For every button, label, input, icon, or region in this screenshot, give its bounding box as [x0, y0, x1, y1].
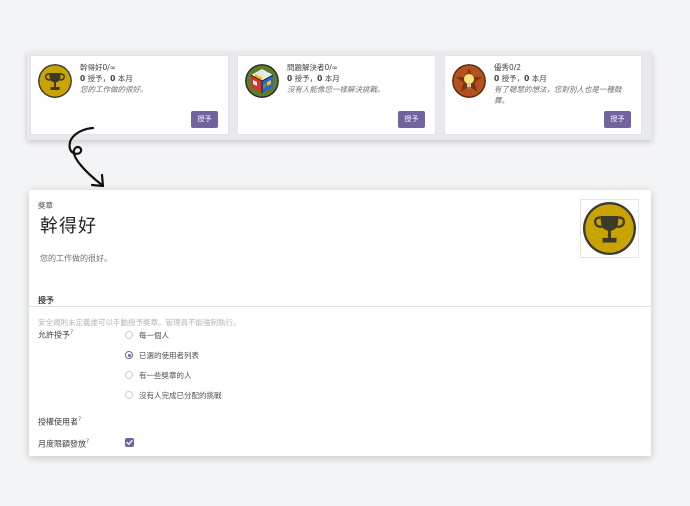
trophy-icon [583, 202, 636, 255]
badge-card-title: 幹得好0/∞ [80, 63, 117, 72]
grant-button[interactable]: 授予 [398, 111, 425, 128]
badge-card-stats: 0 授予，0 本月 [494, 74, 547, 83]
badge-card-stats: 0 授予，0 本月 [80, 74, 133, 83]
lightbulb-star-icon [452, 64, 486, 98]
rubiks-cube-icon [245, 64, 279, 98]
trophy-icon [38, 64, 72, 98]
radio-option-everyone[interactable]: 每一個人 [125, 329, 169, 341]
curved-arrow-icon [68, 126, 105, 188]
grant-note: 安全規則未定義誰可以手動授予獎章。管理員不能強制執行。 [38, 318, 241, 327]
badge-card-stats: 0 授予，0 本月 [287, 74, 340, 83]
authorized-users-label: 授權使用者? [38, 416, 82, 427]
checkmark-icon [126, 439, 133, 445]
radio-button[interactable] [125, 371, 133, 379]
help-tooltip-icon[interactable]: ? [78, 416, 81, 423]
grant-section-title: 授予 [38, 296, 54, 305]
section-divider [29, 306, 651, 307]
radio-button[interactable] [125, 331, 133, 339]
badge-card-problem-solver[interactable]: 問題解決者0/∞ 0 授予，0 本月 沒有人能像您一樣解決挑戰。 授予 [237, 55, 436, 135]
radio-button-checked[interactable] [125, 351, 133, 359]
help-tooltip-icon[interactable]: ? [86, 438, 89, 445]
grant-button[interactable]: 授予 [191, 111, 218, 128]
badge-card-title: 問題解決者0/∞ [287, 63, 339, 72]
grant-button[interactable]: 授予 [604, 111, 631, 128]
badge-card-brilliant[interactable]: 優秀0/2 0 授予，0 本月 有了聰慧的想法，您對別人也是一種鼓舞。 授予 [444, 55, 642, 135]
badge-field-label: 獎章 [38, 201, 53, 210]
badge-card-good-job[interactable]: 幹得好0/∞ 0 授予，0 本月 您的工作做的很好。 授予 [30, 55, 229, 135]
monthly-limit-checkbox[interactable] [125, 438, 134, 447]
radio-option-badge-holders[interactable]: 有一些獎章的人 [125, 369, 192, 381]
radio-button[interactable] [125, 391, 133, 399]
badge-card-description: 有了聰慧的想法，您對別人也是一種鼓舞。 [494, 85, 622, 105]
monthly-limit-label: 月度限額發放? [38, 438, 90, 449]
badge-name-field[interactable]: 幹得好 [40, 212, 97, 238]
help-tooltip-icon[interactable]: ? [70, 329, 73, 336]
allow-grant-label: 允許授予? [38, 329, 74, 340]
badge-image-field[interactable] [580, 199, 639, 258]
radio-option-selected-users[interactable]: 已選的使用者列表 [125, 349, 199, 361]
badge-card-description: 沒有人能像您一樣解決挑戰。 [287, 85, 385, 94]
badge-card-title: 優秀0/2 [494, 63, 522, 72]
badge-description-field[interactable]: 您的工作做的很好。 [40, 253, 112, 264]
badge-form: 獎章 幹得好 您的工作做的很好。 授予 安全規則未定義誰可以手動授予獎章。管理員… [29, 190, 651, 456]
badge-cards-container: 幹得好0/∞ 0 授予，0 本月 您的工作做的很好。 授予 問題解決者0/∞ 0 [27, 52, 652, 140]
badge-card-description: 您的工作做的很好。 [80, 85, 148, 94]
radio-option-nobody[interactable]: 沒有人完成已分配的挑戰 [125, 389, 222, 401]
